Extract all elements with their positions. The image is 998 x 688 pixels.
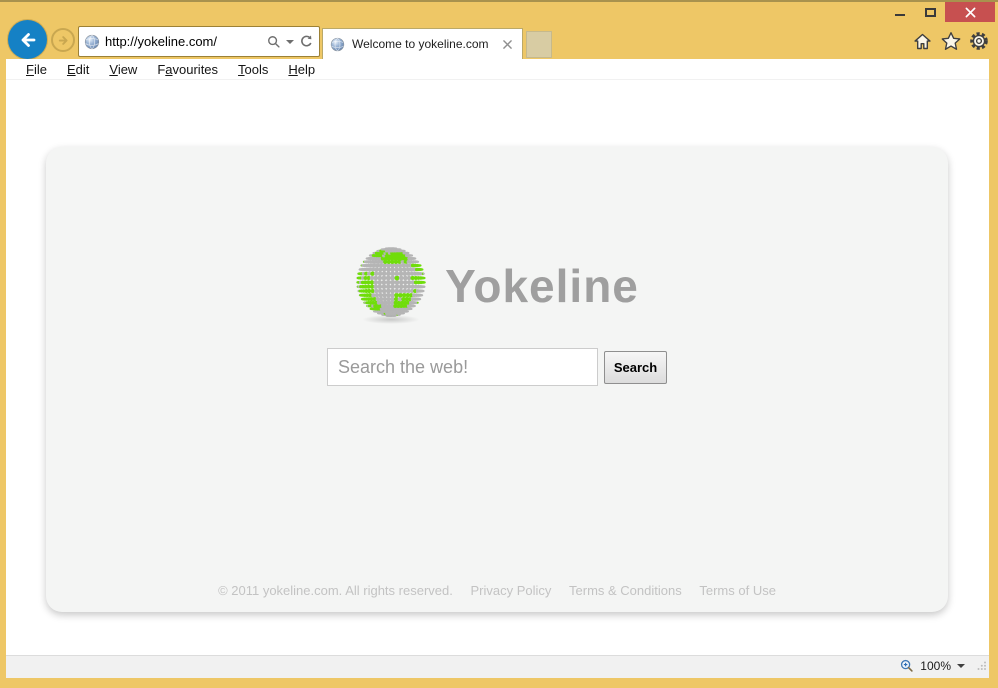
terms-of-use-link[interactable]: Terms of Use: [699, 583, 776, 598]
menu-tools[interactable]: Tools: [228, 62, 278, 77]
address-bar[interactable]: [78, 26, 320, 57]
maximize-icon: [925, 8, 936, 17]
home-icon: [912, 31, 933, 52]
zoom-control[interactable]: 100%: [900, 659, 965, 673]
zoom-dropdown-icon: [957, 664, 965, 668]
page-content: Yokeline Search © 2011 yokeline.com. All…: [6, 80, 989, 655]
search-button[interactable]: Search: [604, 351, 667, 384]
gear-icon: [968, 30, 990, 52]
copyright-text: © 2011 yokeline.com. All rights reserved…: [218, 583, 453, 598]
tab-favicon-icon: [330, 37, 345, 52]
globe-logo-icon: [355, 247, 427, 324]
arrow-left-icon: [16, 28, 40, 52]
minimize-button[interactable]: [885, 2, 915, 22]
privacy-policy-link[interactable]: Privacy Policy: [470, 583, 551, 598]
browser-toolbar-icons: [910, 29, 991, 53]
close-icon: [965, 7, 976, 18]
home-button[interactable]: [910, 29, 935, 53]
page-favicon-icon: [84, 34, 100, 50]
star-icon: [940, 30, 962, 52]
minimize-icon: [895, 14, 905, 16]
logo: Yokeline: [46, 247, 948, 324]
forward-button[interactable]: [51, 28, 75, 52]
favorites-button[interactable]: [938, 29, 963, 53]
address-search-icon[interactable]: [267, 35, 281, 49]
menu-file[interactable]: File: [16, 62, 57, 77]
arrow-right-icon: [56, 33, 71, 48]
close-button[interactable]: [945, 2, 995, 22]
back-button[interactable]: [8, 20, 47, 59]
menu-help[interactable]: Help: [278, 62, 325, 77]
search-input[interactable]: [327, 348, 598, 386]
tab-title: Welcome to yokeline.com: [352, 37, 492, 51]
url-input[interactable]: [105, 34, 262, 49]
search-card: Yokeline Search © 2011 yokeline.com. All…: [46, 147, 948, 612]
page-footer: © 2011 yokeline.com. All rights reserved…: [46, 583, 948, 598]
browser-window: { "window": { "caption_buttons": { "mini…: [0, 0, 998, 688]
status-bar: 100%: [6, 655, 989, 678]
maximize-button[interactable]: [915, 2, 945, 22]
terms-conditions-link[interactable]: Terms & Conditions: [569, 583, 682, 598]
menu-favourites[interactable]: Favourites: [147, 62, 228, 77]
refresh-icon[interactable]: [299, 34, 314, 49]
new-tab-button[interactable]: [526, 31, 552, 58]
menu-edit[interactable]: Edit: [57, 62, 99, 77]
tab-close-icon[interactable]: [499, 36, 515, 52]
resize-grip[interactable]: [976, 658, 987, 676]
menu-bar: File Edit View Favourites Tools Help: [6, 59, 989, 80]
settings-button[interactable]: [966, 29, 991, 53]
address-dropdown-icon[interactable]: [286, 40, 294, 44]
brand-name: Yokeline: [445, 259, 639, 313]
zoom-level: 100%: [920, 659, 951, 673]
globe-shadow: [362, 315, 420, 324]
menu-view[interactable]: View: [99, 62, 147, 77]
title-bar: Welcome to yokeline.com: [0, 2, 998, 59]
search-form: Search: [46, 348, 948, 386]
tab-welcome-yokeline[interactable]: Welcome to yokeline.com: [322, 28, 523, 59]
zoom-magnifier-icon: [900, 659, 914, 673]
caption-buttons: [885, 2, 995, 22]
